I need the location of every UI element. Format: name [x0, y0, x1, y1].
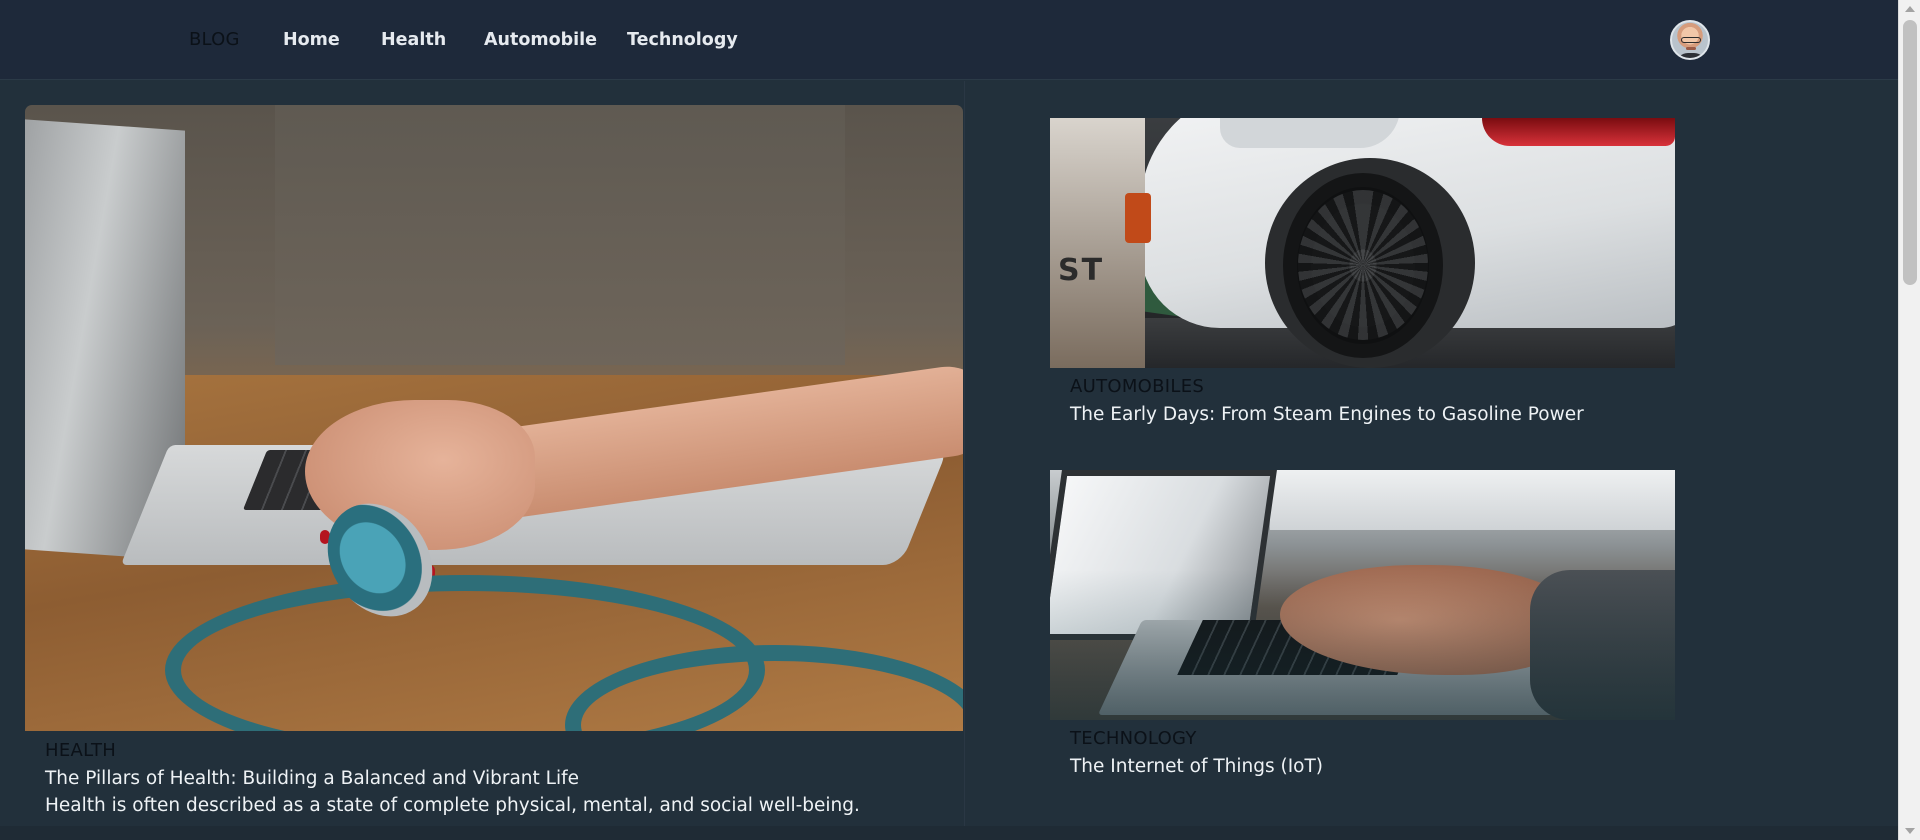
avatar-shoulders — [1676, 53, 1706, 58]
vertical-scrollbar[interactable] — [1898, 0, 1920, 840]
avatar-mouth — [1686, 47, 1696, 50]
scroll-up-arrow-icon[interactable] — [1905, 6, 1915, 12]
main-content: HEALTH The Pillars of Health: Building a… — [0, 81, 1898, 826]
image-sign-text: ST — [1058, 253, 1105, 288]
image-car-window — [1220, 118, 1400, 148]
featured-post-image[interactable] — [25, 105, 963, 731]
nav-link-home[interactable]: Home — [283, 30, 340, 50]
post-image-technology[interactable] — [1050, 470, 1675, 720]
image-sign — [1050, 118, 1145, 368]
post-category: HEALTH — [45, 740, 117, 761]
column-divider — [964, 81, 965, 826]
featured-post-card[interactable]: HEALTH The Pillars of Health: Building a… — [25, 105, 963, 816]
image-reflector — [1125, 193, 1151, 243]
image-overlay — [1050, 470, 1675, 720]
nav-link-health[interactable]: Health — [381, 30, 446, 50]
post-title[interactable]: The Internet of Things (IoT) — [1070, 756, 1675, 777]
brand-logo[interactable]: BLOG — [189, 29, 240, 50]
user-avatar[interactable] — [1670, 20, 1710, 60]
post-category: TECHNOLOGY — [1070, 728, 1197, 749]
post-image-automobile[interactable]: ST — [1050, 118, 1675, 368]
scrollbar-thumb[interactable] — [1903, 20, 1917, 285]
nav-link-automobile[interactable]: Automobile — [484, 30, 597, 50]
post-description: Health is often described as a state of … — [45, 795, 860, 816]
image-wall — [275, 105, 845, 365]
post-category: AUTOMOBILES — [1070, 376, 1205, 397]
scroll-down-arrow-icon[interactable] — [1905, 828, 1915, 834]
nav-link-technology[interactable]: Technology — [627, 30, 738, 50]
image-taillight — [1482, 118, 1675, 146]
top-navbar: BLOG Home Health Automobile Technology — [0, 0, 1898, 80]
post-title[interactable]: The Pillars of Health: Building a Balanc… — [45, 768, 963, 789]
post-card-technology[interactable]: TECHNOLOGY The Internet of Things (IoT) — [1050, 470, 1675, 777]
post-title[interactable]: The Early Days: From Steam Engines to Ga… — [1070, 404, 1675, 425]
avatar-glasses — [1681, 37, 1701, 43]
image-wheel-spokes — [1298, 190, 1428, 340]
post-card-automobiles[interactable]: ST AUTOMOBILES The Early Days: From Stea… — [1050, 118, 1675, 425]
footer-strip — [0, 826, 1898, 840]
